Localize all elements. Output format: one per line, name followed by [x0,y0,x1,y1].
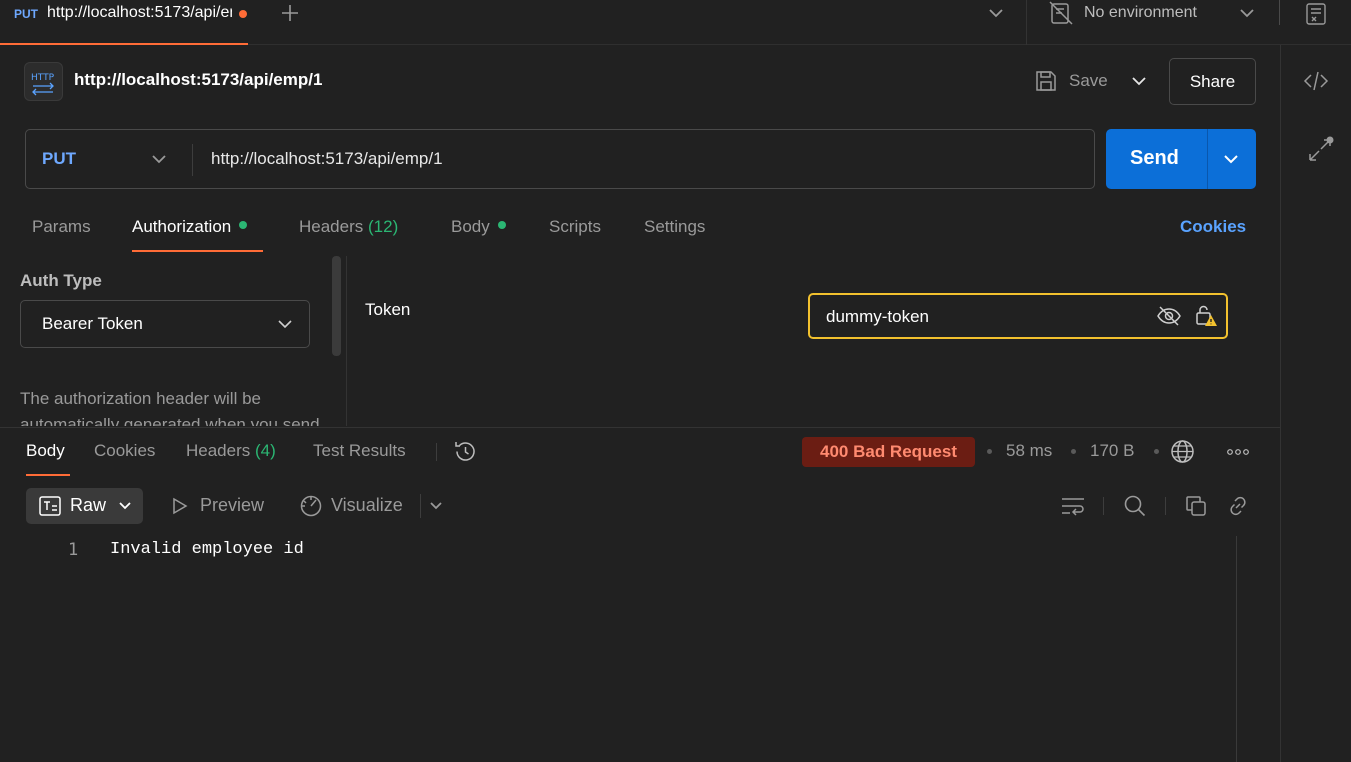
code-icon[interactable] [1303,69,1329,93]
play-icon [170,496,190,516]
separator-dot [987,449,992,454]
link-icon[interactable] [1226,494,1250,518]
tab-authorization[interactable]: Authorization [132,217,248,237]
response-tab-body[interactable]: Body [26,441,65,461]
method-label: PUT [42,149,76,168]
separator-dot [1071,449,1076,454]
request-tab[interactable]: PUT http://localhost:5173/api/emp/1 [0,0,248,45]
auth-type-select[interactable]: Bearer Token [20,300,310,348]
save-icon [1034,69,1058,93]
divider [346,256,347,426]
response-body-text[interactable]: Invalid employee id [110,540,304,559]
auth-type-value: Bearer Token [42,314,143,333]
visualize-label: Visualize [331,495,403,515]
active-tab-indicator [132,250,263,252]
save-label: Save [1069,71,1108,90]
environment-selector[interactable]: No environment [1048,0,1260,26]
wrap-lines-icon[interactable] [1060,494,1086,518]
token-value: dummy-token [826,307,929,326]
active-dot [239,221,248,229]
unsaved-dot [239,10,247,18]
chevron-down-icon[interactable] [986,5,1006,21]
tab-title: http://localhost:5173/api/emp/1 [47,4,232,21]
tab-body[interactable]: Body [451,217,506,237]
token-label: Token [365,300,411,319]
send-button[interactable]: Send [1106,129,1256,189]
more-options-icon[interactable] [1226,447,1250,457]
separator-dot [1154,449,1159,454]
token-input[interactable]: dummy-token [808,293,1228,339]
search-icon[interactable] [1123,494,1147,518]
globe-icon[interactable] [1170,439,1195,464]
visualize-icon [299,494,323,518]
response-tab-cookies[interactable]: Cookies [94,441,155,461]
environment-label: No environment [1084,4,1197,21]
http-icon: HTTP [24,62,63,101]
raw-label: Raw [70,495,107,515]
divider [1103,497,1104,515]
url-input[interactable]: http://localhost:5173/api/emp/1 [211,149,443,169]
divider [1165,497,1166,515]
auth-help-text: The authorization header will be automat… [20,389,320,426]
no-environment-icon [1048,0,1074,26]
tab-authorization-label: Authorization [132,217,232,236]
lock-warning-icon[interactable] [1194,304,1218,328]
chevron-down-icon [1238,5,1256,21]
divider [192,144,193,176]
tab-body-label: Body [451,217,490,236]
active-dot [497,221,506,229]
text-format-icon [38,495,62,517]
method-selector[interactable]: PUT [26,130,192,188]
headers-count: (12) [368,217,399,236]
tab-scripts[interactable]: Scripts [549,217,601,237]
tab-settings[interactable]: Settings [644,217,705,237]
response-time[interactable]: 58 ms [1006,441,1052,461]
save-button[interactable]: Save [1032,62,1122,100]
response-body-editor[interactable] [0,536,1236,762]
divider [420,494,421,518]
save-options-chevron-icon[interactable] [1124,66,1154,96]
divider [436,443,437,461]
auth-help-container: The authorization header will be automat… [20,386,320,426]
response-tab-test-results[interactable]: Test Results [313,441,406,461]
divider [1207,129,1208,189]
divider [1026,0,1027,45]
response-tab-headers-label: Headers [186,441,251,460]
plus-icon[interactable] [279,2,301,24]
status-badge[interactable]: 400 Bad Request [802,437,975,467]
environment-quick-look-icon[interactable] [1304,2,1328,26]
response-tab-headers[interactable]: Headers (4) [186,441,276,461]
chevron-down-icon[interactable] [1222,150,1240,168]
related-collections-icon[interactable] [1306,136,1336,166]
line-number: 1 [68,540,79,560]
pane-divider[interactable] [0,427,1280,428]
chevron-down-icon[interactable] [428,498,444,514]
scrollbar[interactable] [332,256,341,356]
eye-off-icon[interactable] [1157,305,1181,327]
divider [1279,0,1280,25]
history-icon[interactable] [453,439,478,464]
chevron-down-icon [150,151,168,167]
chevron-down-icon [117,498,133,514]
tab-headers-label: Headers [299,217,364,236]
request-name[interactable]: http://localhost:5173/api/emp/1 [74,70,322,90]
tab-method: PUT [14,7,38,21]
chevron-down-icon [276,316,294,332]
scrollbar[interactable] [1236,536,1256,762]
active-tab-indicator [26,474,70,476]
cookies-link[interactable]: Cookies [1180,217,1246,237]
auth-type-label: Auth Type [20,271,102,290]
svg-text:HTTP: HTTP [31,73,55,83]
share-button[interactable]: Share [1169,58,1256,105]
tab-headers[interactable]: Headers (12) [299,217,398,237]
raw-format-select[interactable]: Raw [26,488,143,524]
copy-icon[interactable] [1184,494,1208,518]
send-label: Send [1130,147,1179,169]
response-size[interactable]: 170 B [1090,441,1134,461]
preview-label: Preview [200,495,265,515]
url-bar: PUT http://localhost:5173/api/emp/1 [25,129,1095,189]
response-headers-count: (4) [255,441,276,460]
tab-params[interactable]: Params [32,217,91,237]
